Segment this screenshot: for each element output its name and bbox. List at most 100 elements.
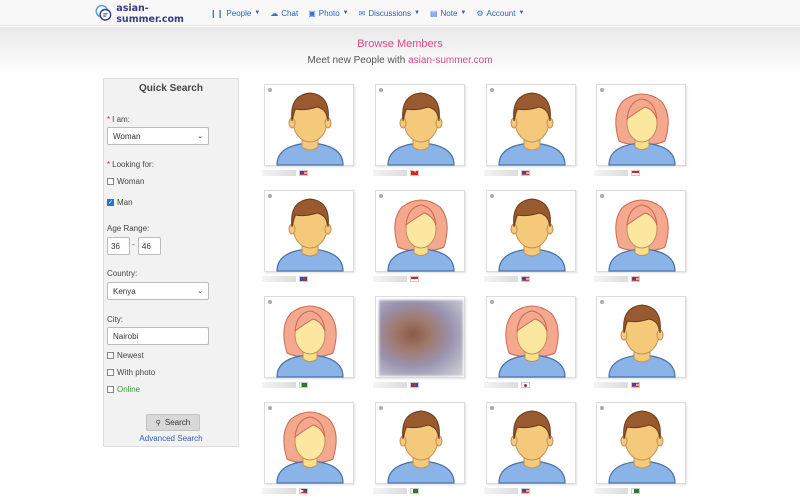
- male-avatar-icon: [387, 410, 455, 484]
- member-card[interactable]: [486, 402, 576, 484]
- checkbox-box[interactable]: [107, 369, 114, 376]
- flag-icon: [521, 382, 530, 388]
- site-logo[interactable]: asian-summer.com: [94, 2, 204, 25]
- chevron-down-icon: ⌄: [197, 288, 203, 295]
- nav-discussions[interactable]: ✉ Discussions ▼: [359, 9, 420, 18]
- chat-bubble-logo-icon: [95, 4, 112, 21]
- looking-woman-checkbox[interactable]: Woman: [107, 177, 144, 186]
- member-meta: [262, 275, 308, 283]
- member-name-placeholder[interactable]: [373, 276, 407, 282]
- country-select[interactable]: Kenya ⌄: [107, 282, 209, 300]
- member-name-placeholder[interactable]: [484, 382, 518, 388]
- female-avatar-icon: [608, 199, 676, 272]
- flag-icon: [521, 276, 530, 282]
- flag-icon: [299, 488, 308, 494]
- nav-label: Account: [486, 8, 516, 18]
- member-name-placeholder[interactable]: [373, 382, 407, 388]
- member-card[interactable]: [596, 296, 686, 378]
- member-meta: [484, 381, 530, 389]
- nav-chat[interactable]: ☁ Chat: [270, 9, 298, 18]
- male-avatar-icon: [276, 92, 344, 166]
- member-name-placeholder[interactable]: [594, 276, 628, 282]
- header-band: [0, 27, 800, 77]
- checkbox-box[interactable]: [107, 386, 114, 393]
- nav-label: Note: [440, 8, 458, 18]
- member-card[interactable]: [264, 190, 354, 272]
- checkbox-box[interactable]: [107, 352, 114, 359]
- i-am-value: Woman: [113, 131, 141, 141]
- member-name-placeholder[interactable]: [594, 382, 628, 388]
- i-am-select[interactable]: Woman ⌄: [107, 127, 209, 145]
- member-name-placeholder[interactable]: [484, 170, 518, 176]
- member-card[interactable]: [264, 84, 354, 166]
- member-name-placeholder[interactable]: [484, 488, 518, 494]
- member-meta: [594, 381, 640, 389]
- flag-icon: [631, 170, 640, 176]
- male-avatar-icon: [498, 410, 566, 484]
- checkbox-box-checked[interactable]: ✓: [107, 199, 114, 206]
- age-min-input[interactable]: 36: [107, 237, 130, 255]
- member-name-placeholder[interactable]: [594, 170, 628, 176]
- member-card[interactable]: [596, 84, 686, 166]
- i-am-label-text: I am:: [112, 115, 130, 124]
- member-photo[interactable]: [379, 300, 463, 376]
- logo-text: asian-summer.com: [116, 3, 184, 25]
- member-card[interactable]: [486, 296, 576, 378]
- required-marker: *: [107, 160, 111, 169]
- with-photo-checkbox[interactable]: With photo: [107, 368, 155, 377]
- nav-label: Discussions: [368, 8, 411, 18]
- member-name-placeholder[interactable]: [262, 488, 296, 494]
- age-range-label: Age Range:: [107, 224, 150, 233]
- female-avatar-icon: [498, 305, 566, 378]
- member-name-placeholder[interactable]: [484, 276, 518, 282]
- member-name-placeholder[interactable]: [373, 488, 407, 494]
- city-input[interactable]: Nairobi: [107, 327, 209, 345]
- nav-account[interactable]: ⚙ Account ▼: [476, 9, 524, 18]
- male-avatar-icon: [608, 304, 676, 378]
- chevron-down-icon: ⌄: [197, 133, 203, 140]
- discussions-icon: ✉: [358, 8, 366, 18]
- online-checkbox[interactable]: Online: [107, 385, 140, 394]
- member-name-placeholder[interactable]: [594, 488, 628, 494]
- nav-people[interactable]: ❙❙ People ▼: [210, 9, 260, 18]
- advanced-search-link[interactable]: Advanced Search: [104, 434, 238, 443]
- checkbox-box[interactable]: [107, 178, 114, 185]
- member-name-placeholder[interactable]: [373, 170, 407, 176]
- member-meta: [484, 487, 530, 495]
- member-name-placeholder[interactable]: [262, 276, 296, 282]
- female-avatar-icon: [276, 411, 344, 484]
- member-card[interactable]: [375, 296, 465, 378]
- chat-icon: ☁: [270, 8, 279, 18]
- subtitle-site-name: asian-summer.com: [408, 55, 493, 66]
- member-card[interactable]: [375, 402, 465, 484]
- page-subtitle: Meet new People with asian-summer.com: [0, 55, 800, 66]
- photo-icon: ▣: [308, 8, 316, 18]
- member-card[interactable]: [264, 296, 354, 378]
- nav-label: Photo: [318, 8, 340, 18]
- looking-man-checkbox[interactable]: ✓ Man: [107, 198, 133, 207]
- newest-checkbox[interactable]: Newest: [107, 351, 144, 360]
- search-button[interactable]: ⚲ Search: [146, 414, 200, 431]
- member-card[interactable]: [375, 84, 465, 166]
- member-card[interactable]: [596, 402, 686, 484]
- flag-icon: [631, 488, 640, 494]
- with-photo-label: With photo: [117, 368, 156, 377]
- flag-icon: [410, 488, 419, 494]
- member-card[interactable]: [375, 190, 465, 272]
- member-card[interactable]: [486, 84, 576, 166]
- member-name-placeholder[interactable]: [262, 382, 296, 388]
- member-meta: [594, 487, 640, 495]
- member-card[interactable]: [596, 190, 686, 272]
- member-card[interactable]: [264, 402, 354, 484]
- member-card[interactable]: [486, 190, 576, 272]
- age-max-input[interactable]: 46: [138, 237, 161, 255]
- male-avatar-icon: [498, 198, 566, 272]
- female-avatar-icon: [276, 305, 344, 378]
- quick-search-title: Quick Search: [139, 83, 203, 94]
- member-name-placeholder[interactable]: [262, 170, 296, 176]
- caret-down-icon: ▼: [254, 10, 261, 16]
- main-nav: ❙❙ People ▼ ☁ Chat ▣ Photo ▼ ✉ Discussions ▼ ▤ Note ▼…: [210, 0, 534, 26]
- nav-note[interactable]: ▤ Note ▼: [430, 9, 466, 18]
- nav-photo[interactable]: ▣ Photo ▼: [308, 9, 348, 18]
- flag-icon: [410, 168, 419, 176]
